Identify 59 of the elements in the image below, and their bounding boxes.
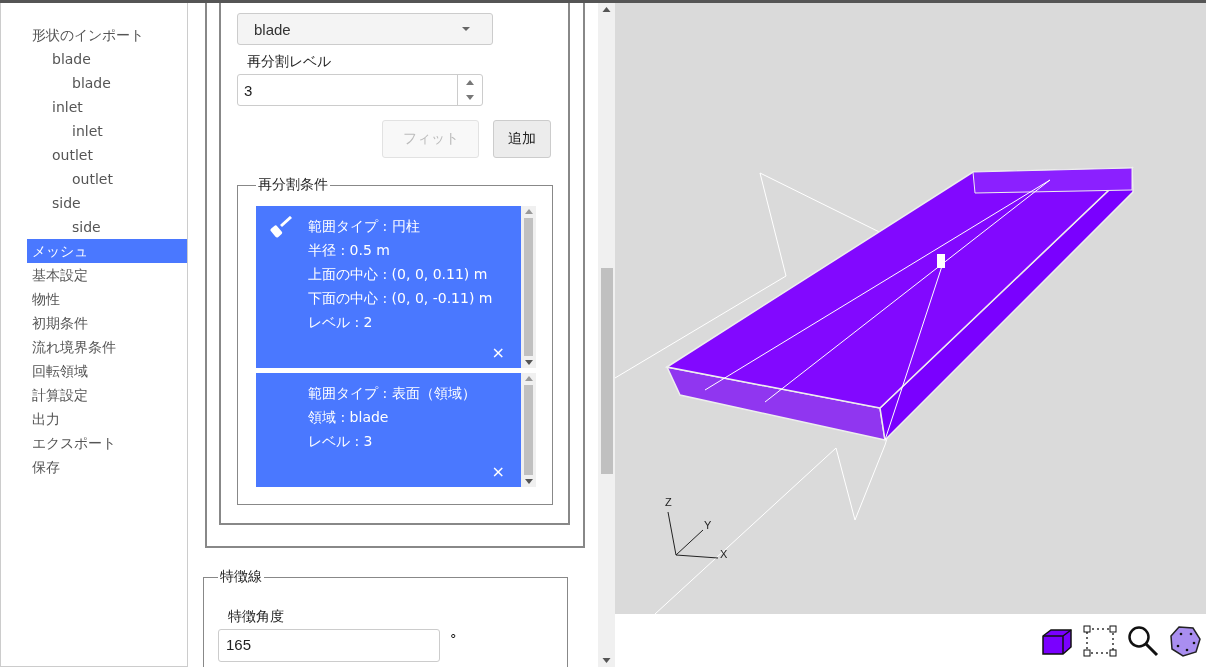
scroll-thumb[interactable] [524,385,533,475]
close-button[interactable]: × [491,343,505,362]
scrollbar[interactable] [598,3,615,667]
nav-item[interactable]: inlet [27,95,187,119]
3d-viewport[interactable]: Z Y X [615,3,1206,614]
nav-item[interactable]: outlet [27,167,187,191]
nav-item[interactable]: エクスポート [27,431,187,455]
axis-triad-drawing: Z Y X [665,496,728,560]
level-spinner[interactable]: 3 [237,74,483,106]
condition-text: 半径 : 0.5 m [308,241,391,260]
nav-item[interactable]: side [27,191,187,215]
condition-text: 範囲タイプ : 円柱 [308,217,421,236]
scroll-up-arrow-icon[interactable] [602,7,611,12]
nav-item[interactable]: 基本設定 [27,263,187,287]
condition-text: 範囲タイプ : 表面（領域） [308,384,476,403]
unit-label: ° [450,630,457,646]
nav-item[interactable]: blade [27,47,187,71]
scroll-thumb[interactable] [524,218,533,356]
nav-item[interactable]: 初期条件 [27,311,187,335]
decrement-arrow-icon[interactable] [466,95,474,100]
region-dropdown[interactable]: blade [237,13,493,45]
nav-item[interactable]: 回転領域 [27,359,187,383]
nav-item[interactable]: 保存 [27,455,187,479]
group-title: 再分割条件 [257,176,329,194]
caret-icon [462,27,470,31]
scroll-down-arrow-icon[interactable] [602,658,611,663]
condition-text: レベル : 2 [308,313,374,332]
scroll-down-arrow-icon[interactable] [524,360,533,365]
nav-item[interactable]: 流れ境界条件 [27,335,187,359]
group-title: 特徴線 [219,568,263,586]
nav-item[interactable]: inlet [27,119,187,143]
cube-icon[interactable] [1041,626,1073,655]
nav-item[interactable]: outlet [27,143,187,167]
condition-text: 領域 : blade [308,408,390,427]
nav-item[interactable]: blade [27,71,187,95]
scroll-down-arrow-icon[interactable] [524,479,533,484]
selection-box-icon[interactable] [1083,624,1117,657]
scrollbar[interactable] [521,373,536,487]
angle-input[interactable]: 165 [218,629,440,662]
nav-item[interactable]: 形状のインポート [27,23,187,47]
close-button[interactable]: × [491,462,505,481]
nav-item[interactable]: メッシュ [27,239,187,263]
nav-item[interactable]: 物性 [27,287,187,311]
condition-text: 上面の中心 : (0, 0, 0.11) m [308,265,489,284]
field-label: 再分割レベル [247,53,332,71]
condition-text: 下面の中心 : (0, 0, -0.11) m [308,289,493,308]
condition-card[interactable]: 範囲タイプ : 円柱 半径 : 0.5 m 上面の中心 : (0, 0, 0.11) m 下面の中心 : (0, 0, -0.11) m レベル : 2 × [256,206,521,368]
scroll-thumb[interactable] [600,268,613,474]
polyhedron-icon[interactable] [1169,624,1201,657]
nav-item[interactable]: 計算設定 [27,383,187,407]
action-button[interactable]: 追加 [493,120,551,158]
scrollbar[interactable] [521,206,536,368]
search-icon[interactable] [1127,624,1159,657]
increment-arrow-icon[interactable] [466,80,474,85]
condition-text: レベル : 3 [308,432,374,451]
field-label: 特徴角度 [228,608,285,626]
condition-card[interactable]: 範囲タイプ : 表面（領域） 領域 : blade レベル : 3 × [256,373,521,487]
nav-item[interactable]: 出力 [27,407,187,431]
nav-item[interactable]: side [27,215,187,239]
